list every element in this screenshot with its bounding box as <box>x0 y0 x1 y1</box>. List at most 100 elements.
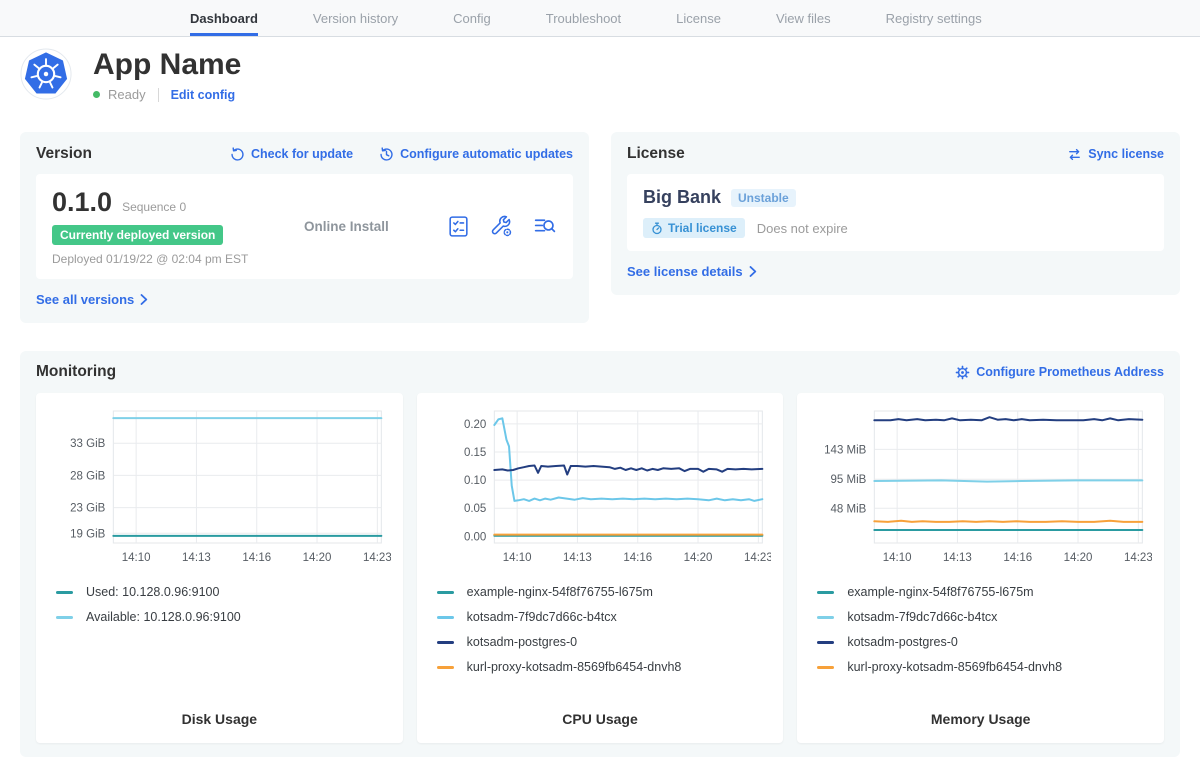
svg-text:23 GiB: 23 GiB <box>70 503 105 515</box>
svg-text:14:10: 14:10 <box>502 552 531 564</box>
configure-prometheus-link[interactable]: Configure Prometheus Address <box>955 365 1164 380</box>
currently-deployed-badge: Currently deployed version <box>52 225 223 245</box>
license-card: License Sync license <box>611 132 1180 295</box>
svg-text:48 MiB: 48 MiB <box>831 503 867 515</box>
edit-config-link[interactable]: Edit config <box>171 88 236 102</box>
app-status-row: Ready Edit config <box>93 87 241 102</box>
chart-title: Disk Usage <box>48 711 391 743</box>
version-sequence: Sequence 0 <box>122 200 186 214</box>
svg-text:14:13: 14:13 <box>563 552 592 564</box>
svg-text:0.05: 0.05 <box>464 503 486 515</box>
channel-badge: Unstable <box>731 189 796 207</box>
cpu-legend: example-nginx-54f8f76755-l675m kotsadm-7f… <box>437 585 772 674</box>
svg-text:14:13: 14:13 <box>943 552 972 564</box>
stopwatch-icon <box>651 222 663 235</box>
legend-item: Used: 10.128.0.96:9100 <box>56 585 391 599</box>
svg-text:14:16: 14:16 <box>623 552 652 564</box>
legend-item: Available: 10.128.0.96:9100 <box>56 610 391 624</box>
gear-icon <box>955 365 970 380</box>
svg-text:14:23: 14:23 <box>363 552 391 564</box>
configure-automatic-updates-link[interactable]: Configure automatic updates <box>379 147 573 162</box>
legend-item: kotsadm-postgres-0 <box>437 635 772 649</box>
legend-swatch <box>437 641 454 644</box>
trial-license-label: Trial license <box>668 221 737 235</box>
legend-label: Available: 10.128.0.96:9100 <box>86 610 241 624</box>
configure-automatic-updates-label: Configure automatic updates <box>400 147 573 161</box>
legend-swatch <box>817 641 834 644</box>
sync-license-label: Sync license <box>1088 147 1164 161</box>
legend-swatch <box>817 616 834 619</box>
current-version-box: 0.1.0 Sequence 0 Currently deployed vers… <box>36 174 573 279</box>
preflight-checks-icon[interactable] <box>446 214 471 239</box>
tab-license[interactable]: License <box>676 0 721 36</box>
kubernetes-logo <box>20 48 72 100</box>
svg-text:14:10: 14:10 <box>883 552 912 564</box>
legend-swatch <box>437 616 454 619</box>
see-license-details-label: See license details <box>627 264 743 279</box>
check-for-update-link[interactable]: Check for update <box>230 147 353 162</box>
see-license-details-link[interactable]: See license details <box>627 264 757 279</box>
trial-license-badge: Trial license <box>643 218 745 238</box>
tab-view-files[interactable]: View files <box>776 0 831 36</box>
license-card-title: License <box>627 145 685 163</box>
svg-text:95 MiB: 95 MiB <box>831 474 867 486</box>
refresh-icon <box>230 147 245 162</box>
legend-item: kotsadm-7f9dc7d66c-b4tcx <box>437 610 772 624</box>
tab-config[interactable]: Config <box>453 0 491 36</box>
tab-registry-settings[interactable]: Registry settings <box>886 0 982 36</box>
tab-version-history[interactable]: Version history <box>313 0 398 36</box>
install-type: Online Install <box>270 219 446 234</box>
disk-legend: Used: 10.128.0.96:9100 Available: 10.128.… <box>56 585 391 624</box>
legend-label: kotsadm-postgres-0 <box>467 635 577 649</box>
legend-label: Used: 10.128.0.96:9100 <box>86 585 219 599</box>
svg-text:14:13: 14:13 <box>182 552 211 564</box>
svg-text:28 GiB: 28 GiB <box>70 470 105 482</box>
tab-dashboard[interactable]: Dashboard <box>190 0 258 36</box>
dashboard-page: App Name Ready Edit config Version <box>0 48 1200 757</box>
legend-swatch <box>817 666 834 669</box>
svg-text:14:20: 14:20 <box>303 552 332 564</box>
check-for-update-label: Check for update <box>251 147 353 161</box>
svg-text:14:16: 14:16 <box>242 552 271 564</box>
top-nav: Dashboard Version history Config Troublesho… <box>0 0 1200 37</box>
legend-swatch <box>56 616 73 619</box>
svg-text:143 MiB: 143 MiB <box>824 444 867 456</box>
see-all-versions-link[interactable]: See all versions <box>36 292 148 307</box>
see-all-versions-label: See all versions <box>36 292 134 307</box>
app-header: App Name Ready Edit config <box>20 48 1180 102</box>
sync-icon <box>1067 147 1082 162</box>
chart-card-cpu: 0.200.150.100.050.0014:1014:1314:1614:20… <box>417 393 784 743</box>
svg-text:19 GiB: 19 GiB <box>70 528 105 540</box>
tab-troubleshoot[interactable]: Troubleshoot <box>546 0 621 36</box>
svg-text:14:16: 14:16 <box>1004 552 1033 564</box>
svg-text:14:10: 14:10 <box>122 552 151 564</box>
monitoring-title: Monitoring <box>36 363 116 381</box>
sync-license-link[interactable]: Sync license <box>1067 147 1164 162</box>
legend-label: kotsadm-postgres-0 <box>847 635 957 649</box>
chart-title: CPU Usage <box>429 711 772 743</box>
legend-swatch <box>437 666 454 669</box>
svg-text:14:20: 14:20 <box>683 552 712 564</box>
chevron-right-icon <box>749 266 757 277</box>
cards-row: Version Check for update <box>20 132 1180 323</box>
view-logs-icon[interactable] <box>532 214 557 239</box>
legend-label: example-nginx-54f8f76755-l675m <box>847 585 1033 599</box>
monitoring-section: Monitoring <box>20 351 1180 757</box>
chart-card-disk: 33 GiB28 GiB23 GiB19 GiB14:1014:1314:161… <box>36 393 403 743</box>
edit-config-wrench-icon[interactable] <box>489 214 514 239</box>
svg-text:0.00: 0.00 <box>464 531 486 543</box>
license-name: Big Bank <box>643 187 721 208</box>
license-info-box: Big Bank Unstable Trial l <box>627 174 1164 251</box>
deployed-timestamp: Deployed 01/19/22 @ 02:04 pm EST <box>52 252 270 266</box>
version-card-title: Version <box>36 145 92 163</box>
legend-item: kurl-proxy-kotsadm-8569fb6454-dnvh8 <box>437 660 772 674</box>
legend-label: kotsadm-7f9dc7d66c-b4tcx <box>467 610 617 624</box>
charts-row: 33 GiB28 GiB23 GiB19 GiB14:1014:1314:161… <box>36 393 1164 743</box>
legend-swatch <box>56 591 73 594</box>
nav-tabs: Dashboard Version history Config Troublesho… <box>0 0 1200 36</box>
version-number: 0.1.0 <box>52 187 112 218</box>
legend-item: kurl-proxy-kotsadm-8569fb6454-dnvh8 <box>817 660 1152 674</box>
legend-item: example-nginx-54f8f76755-l675m <box>817 585 1152 599</box>
legend-label: example-nginx-54f8f76755-l675m <box>467 585 653 599</box>
status-dot <box>93 91 100 98</box>
